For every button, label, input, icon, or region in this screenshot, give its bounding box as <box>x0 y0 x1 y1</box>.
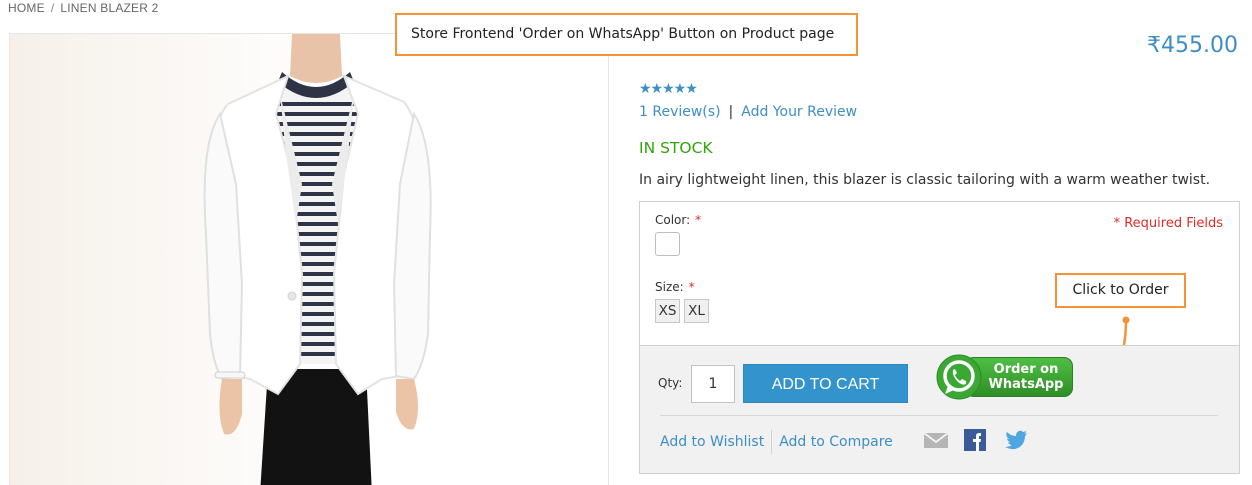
size-swatch-xl[interactable]: XL <box>684 299 709 323</box>
product-description: In airy lightweight linen, this blazer i… <box>639 172 1211 188</box>
stock-status: IN STOCK <box>639 139 713 157</box>
color-required-mark: * <box>695 213 702 227</box>
product-gallery[interactable] <box>9 33 609 485</box>
size-swatch-xs[interactable]: XS <box>655 299 680 323</box>
size-label: Size: * <box>655 280 695 294</box>
order-on-whatsapp-button[interactable]: Order on WhatsApp <box>935 353 1080 405</box>
size-label-text: Size: <box>655 280 684 294</box>
add-to-cart-button[interactable]: ADD TO CART <box>743 364 908 403</box>
facebook-icon[interactable] <box>963 428 987 452</box>
reviews-link[interactable]: 1 Review(s) <box>639 104 721 120</box>
add-review-link[interactable]: Add Your Review <box>741 104 857 120</box>
color-label: Color: * <box>655 213 701 227</box>
required-fields-note: * Required Fields <box>1113 216 1223 231</box>
product-secondary-actions: Add to Wishlist Add to Compare <box>660 430 893 454</box>
twitter-icon[interactable] <box>1003 428 1029 452</box>
qty-input[interactable]: 1 <box>691 365 735 403</box>
breadcrumb: HOME / LINEN BLAZER 2 <box>8 1 159 15</box>
product-photo <box>10 34 608 485</box>
color-swatch[interactable] <box>655 232 680 256</box>
annotation-callout-top: Store Frontend 'Order on WhatsApp' Butto… <box>395 13 858 56</box>
whatsapp-icon <box>936 354 982 400</box>
reviews-summary: 1 Review(s) | Add Your Review <box>639 104 857 120</box>
reviews-separator: | <box>728 104 734 120</box>
color-label-text: Color: <box>655 213 691 227</box>
annotation-click-to-order: Click to Order <box>1055 273 1186 308</box>
breadcrumb-separator: / <box>50 1 55 15</box>
add-to-wishlist-link[interactable]: Add to Wishlist <box>660 434 764 450</box>
whatsapp-line1: Order on <box>993 362 1059 377</box>
product-price: ₹455.00 <box>1147 33 1238 58</box>
whatsapp-line2: WhatsApp <box>988 377 1064 392</box>
rating-stars: ★★★★★ <box>639 81 698 97</box>
link-separator <box>771 430 773 454</box>
breadcrumb-current: LINEN BLAZER 2 <box>60 1 159 15</box>
cart-divider <box>660 415 1218 416</box>
email-icon[interactable] <box>923 428 949 452</box>
qty-label: Qty: <box>658 376 683 390</box>
size-required-mark: * <box>688 280 695 294</box>
add-to-cart-box: Qty: 1 ADD TO CART Order on WhatsApp Add… <box>639 345 1240 474</box>
add-to-compare-link[interactable]: Add to Compare <box>779 434 893 450</box>
breadcrumb-home-link[interactable]: HOME <box>8 1 45 15</box>
